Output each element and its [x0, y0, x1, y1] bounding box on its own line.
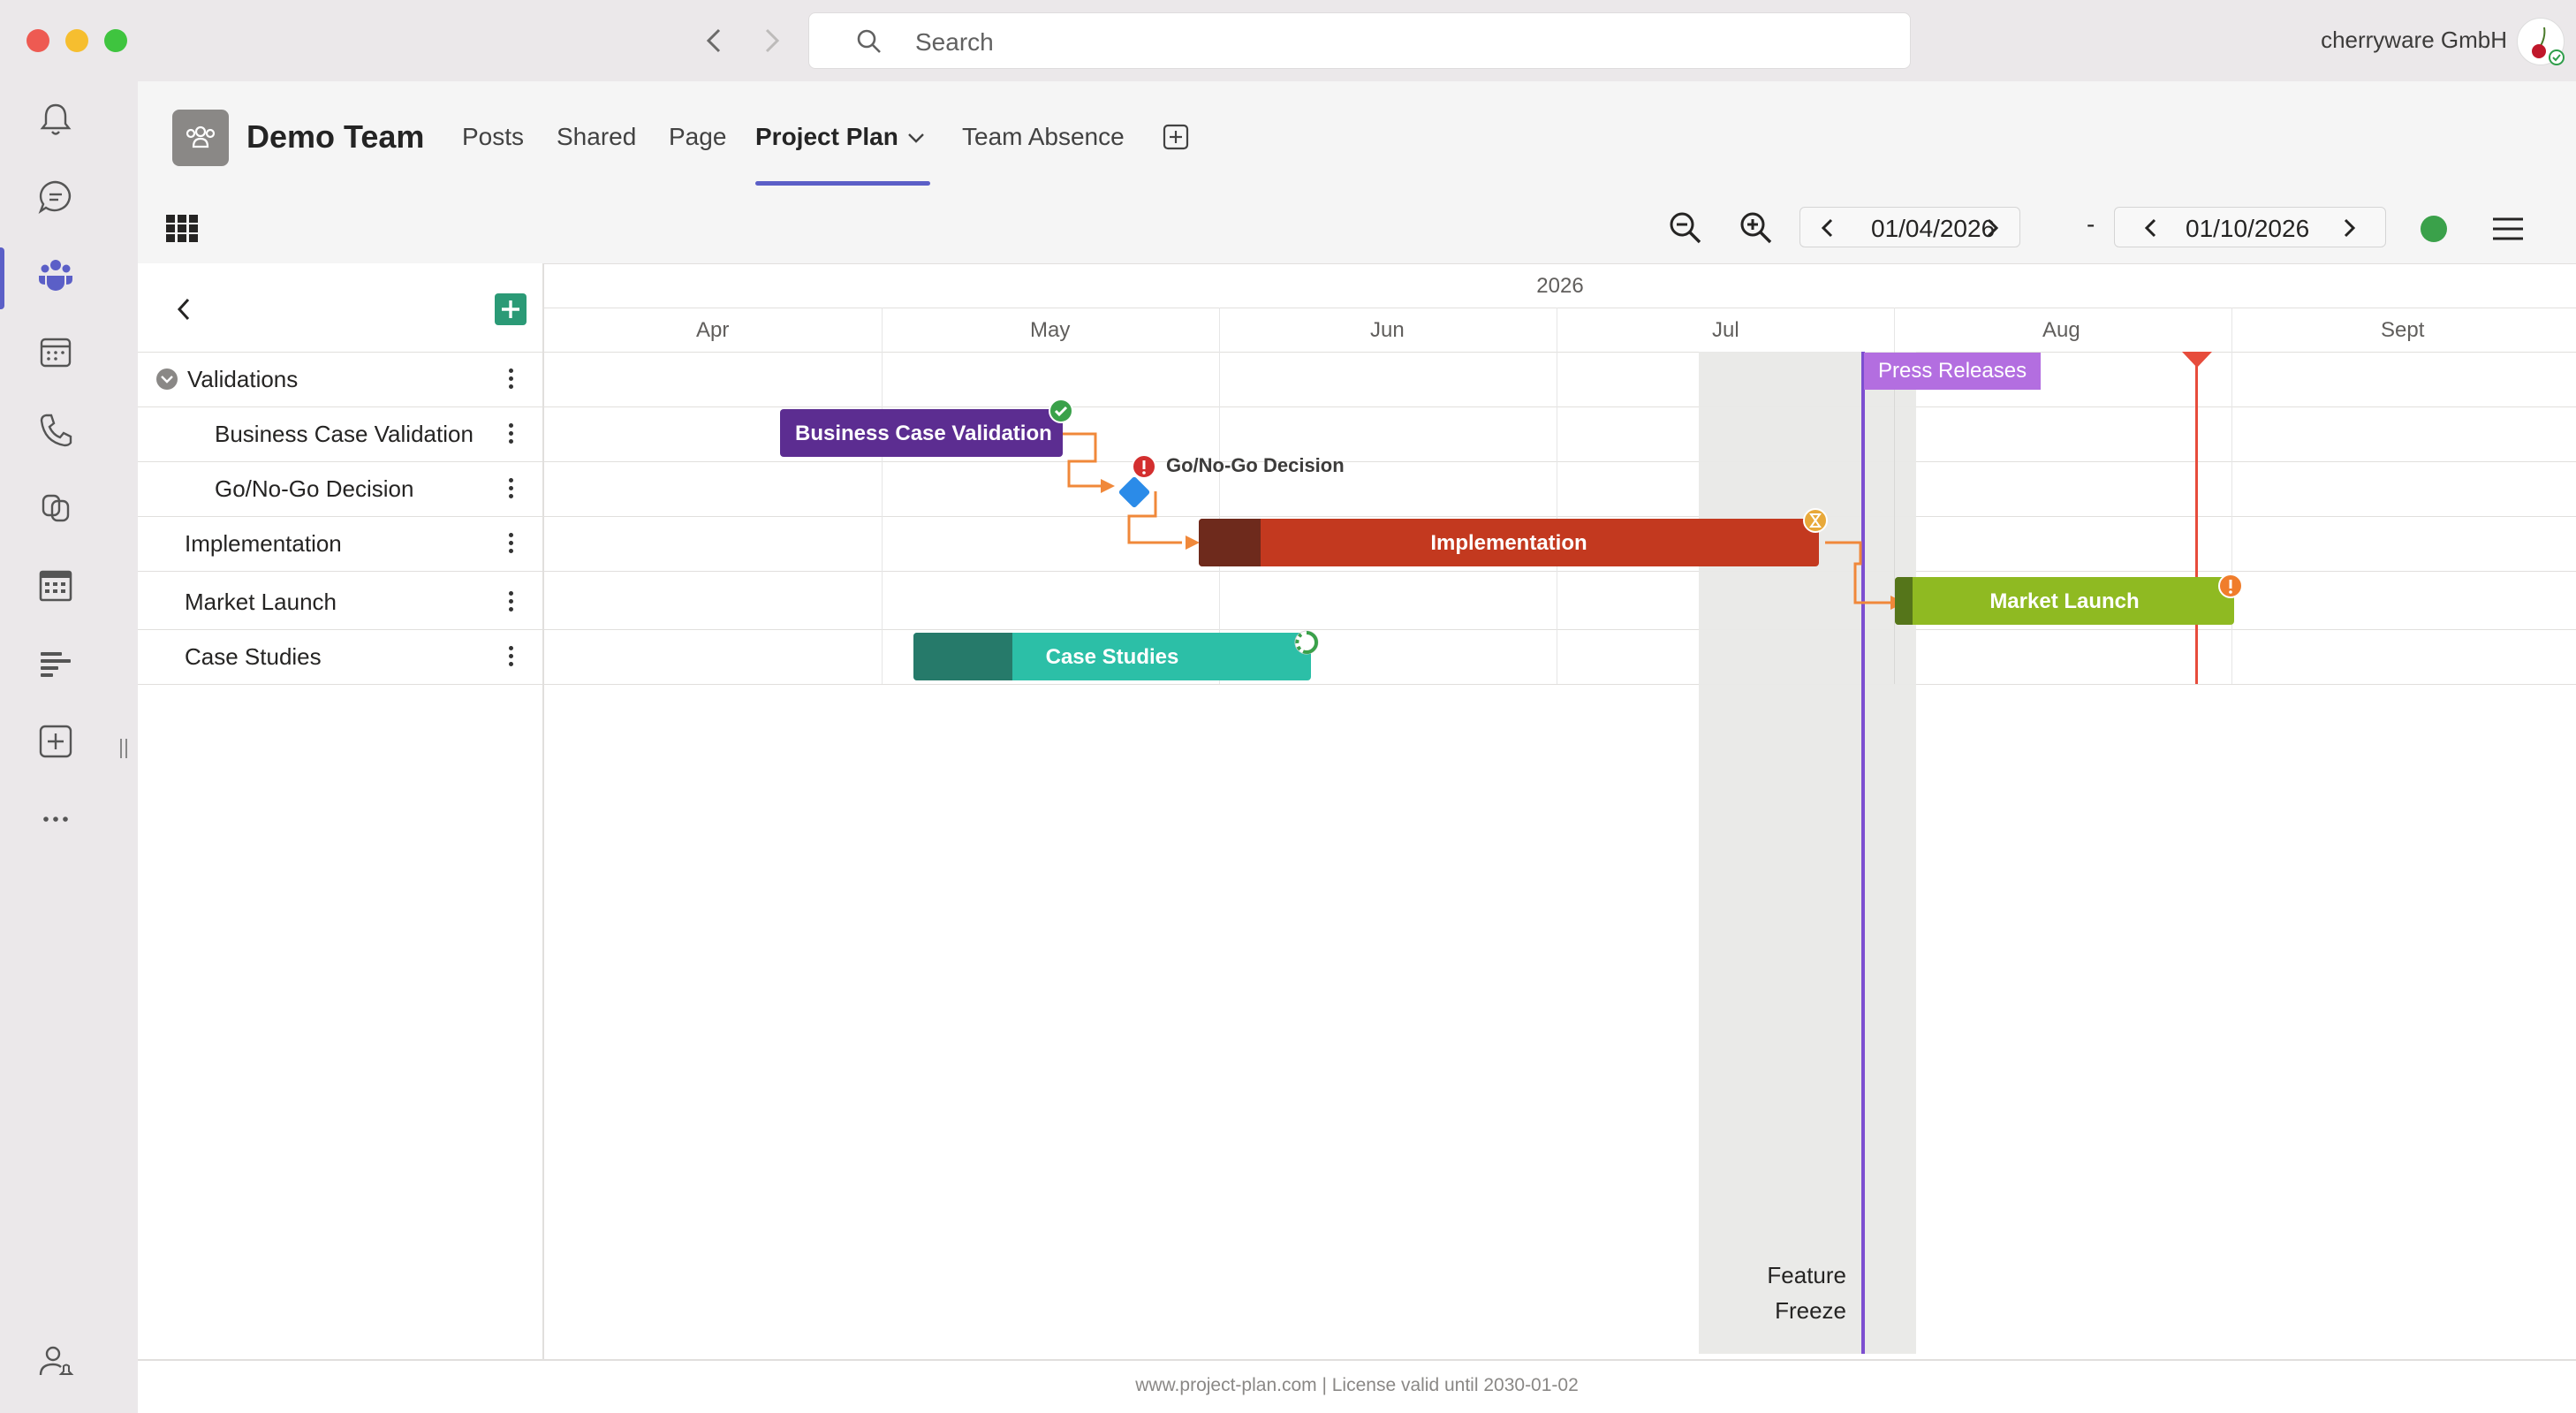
calendar-icon[interactable] — [35, 332, 76, 373]
maximize-window-button[interactable] — [104, 29, 127, 52]
task-name-validations[interactable]: Validations — [187, 366, 298, 393]
status-alert-icon — [1132, 454, 1156, 479]
team-avatar — [172, 110, 229, 166]
add-task-icon[interactable] — [495, 293, 527, 325]
end-date-picker[interactable]: 01/10/2026 — [2114, 207, 2386, 247]
more-icon[interactable] — [35, 799, 76, 839]
chevron-left-icon[interactable] — [1820, 218, 1834, 238]
feature-freeze-label-2: Freeze — [1775, 1297, 1846, 1324]
chevron-down-icon[interactable] — [906, 131, 926, 145]
month-label: Jun — [1370, 318, 1405, 342]
task-name-go-nogo[interactable]: Go/No-Go Decision — [215, 475, 413, 503]
chevron-right-icon[interactable] — [1986, 218, 2000, 238]
bell-icon[interactable] — [35, 99, 76, 140]
timeline-year: 2026 — [1536, 274, 1584, 298]
search-input[interactable]: Search — [808, 12, 1911, 69]
chevron-left-icon[interactable] — [2143, 218, 2157, 238]
task-name-business-case[interactable]: Business Case Validation — [215, 421, 474, 448]
hamburger-menu-icon[interactable] — [2491, 216, 2525, 242]
month-label: May — [1030, 318, 1071, 342]
task-name-case-studies[interactable]: Case Studies — [185, 643, 322, 671]
chevron-right-icon[interactable] — [2343, 218, 2357, 238]
phone-icon[interactable] — [35, 410, 76, 451]
bar-label-business-case: Business Case Validation — [795, 422, 1052, 445]
bar-label-market-launch: Market Launch — [1989, 589, 2140, 613]
month-label: Jul — [1712, 318, 1739, 342]
gantt-app-icon[interactable] — [35, 643, 76, 684]
avatar[interactable] — [2517, 18, 2565, 65]
minimize-window-button[interactable] — [65, 29, 88, 52]
feature-freeze-label-1: Feature — [1767, 1262, 1846, 1288]
bar-label-implementation: Implementation — [1430, 531, 1587, 555]
month-label: Sept — [2381, 318, 2425, 342]
planner-icon[interactable] — [35, 566, 76, 606]
active-tab-indicator — [755, 181, 930, 186]
task-name-implementation[interactable]: Implementation — [185, 530, 342, 558]
month-label: Apr — [696, 318, 730, 342]
date-range-separator: - — [2087, 210, 2095, 238]
month-label: Aug — [2042, 318, 2080, 342]
row-menu-icon[interactable] — [509, 478, 514, 502]
zoom-out-icon[interactable] — [1668, 210, 1703, 246]
tab-project-plan[interactable]: Project Plan — [755, 123, 898, 151]
row-menu-icon[interactable] — [509, 591, 514, 615]
start-date-picker[interactable]: 01/04/2026 — [1799, 207, 2020, 247]
search-icon — [857, 29, 881, 53]
collapse-panel-icon[interactable] — [175, 297, 193, 322]
row-menu-icon[interactable] — [509, 533, 514, 557]
milestone-label-go-nogo: Go/No-Go Decision — [1166, 454, 1345, 476]
chat-icon[interactable] — [35, 177, 76, 217]
tab-shared[interactable]: Shared — [557, 123, 636, 151]
account-icon[interactable] — [35, 1341, 76, 1382]
status-done-icon — [1049, 399, 1073, 423]
forward-arrow-icon[interactable] — [760, 27, 784, 55]
copilot-icon[interactable] — [35, 488, 76, 528]
tab-posts[interactable]: Posts — [462, 123, 524, 151]
add-tab-icon[interactable] — [1163, 124, 1189, 150]
zoom-in-icon[interactable] — [1739, 210, 1774, 246]
row-menu-icon[interactable] — [509, 368, 514, 392]
team-people-icon — [186, 125, 216, 148]
status-waiting-icon — [1803, 508, 1828, 533]
back-arrow-icon[interactable] — [701, 27, 726, 55]
bar-label-case-studies: Case Studies — [1045, 645, 1179, 669]
search-placeholder: Search — [915, 28, 994, 56]
cherry-logo-icon — [2532, 27, 2565, 65]
team-name: Demo Team — [246, 118, 425, 155]
tab-team-absence[interactable]: Team Absence — [962, 123, 1125, 151]
teams-icon[interactable] — [35, 254, 76, 295]
sync-status-indicator — [2421, 216, 2447, 242]
end-date: 01/10/2026 — [2186, 215, 2310, 242]
status-in-progress-icon — [1294, 630, 1319, 655]
add-app-icon[interactable] — [35, 721, 76, 762]
organization-name: cherryware GmbH — [2321, 27, 2507, 53]
task-name-market-launch[interactable]: Market Launch — [185, 589, 337, 616]
rail-resize-handle[interactable] — [120, 739, 127, 758]
row-menu-icon[interactable] — [509, 646, 514, 670]
row-menu-icon[interactable] — [509, 423, 514, 447]
status-warning-icon — [2218, 574, 2243, 598]
start-date: 01/04/2026 — [1871, 215, 1996, 242]
group-collapse-icon[interactable] — [155, 368, 178, 391]
close-window-button[interactable] — [27, 29, 49, 52]
rail-active-indicator — [0, 247, 4, 309]
app-grid-icon[interactable] — [166, 215, 198, 243]
license-text[interactable]: www.project-plan.com | License valid unt… — [138, 1375, 2576, 1396]
tab-page[interactable]: Page — [669, 123, 726, 151]
footer: www.project-plan.com | License valid unt… — [138, 1359, 2576, 1413]
